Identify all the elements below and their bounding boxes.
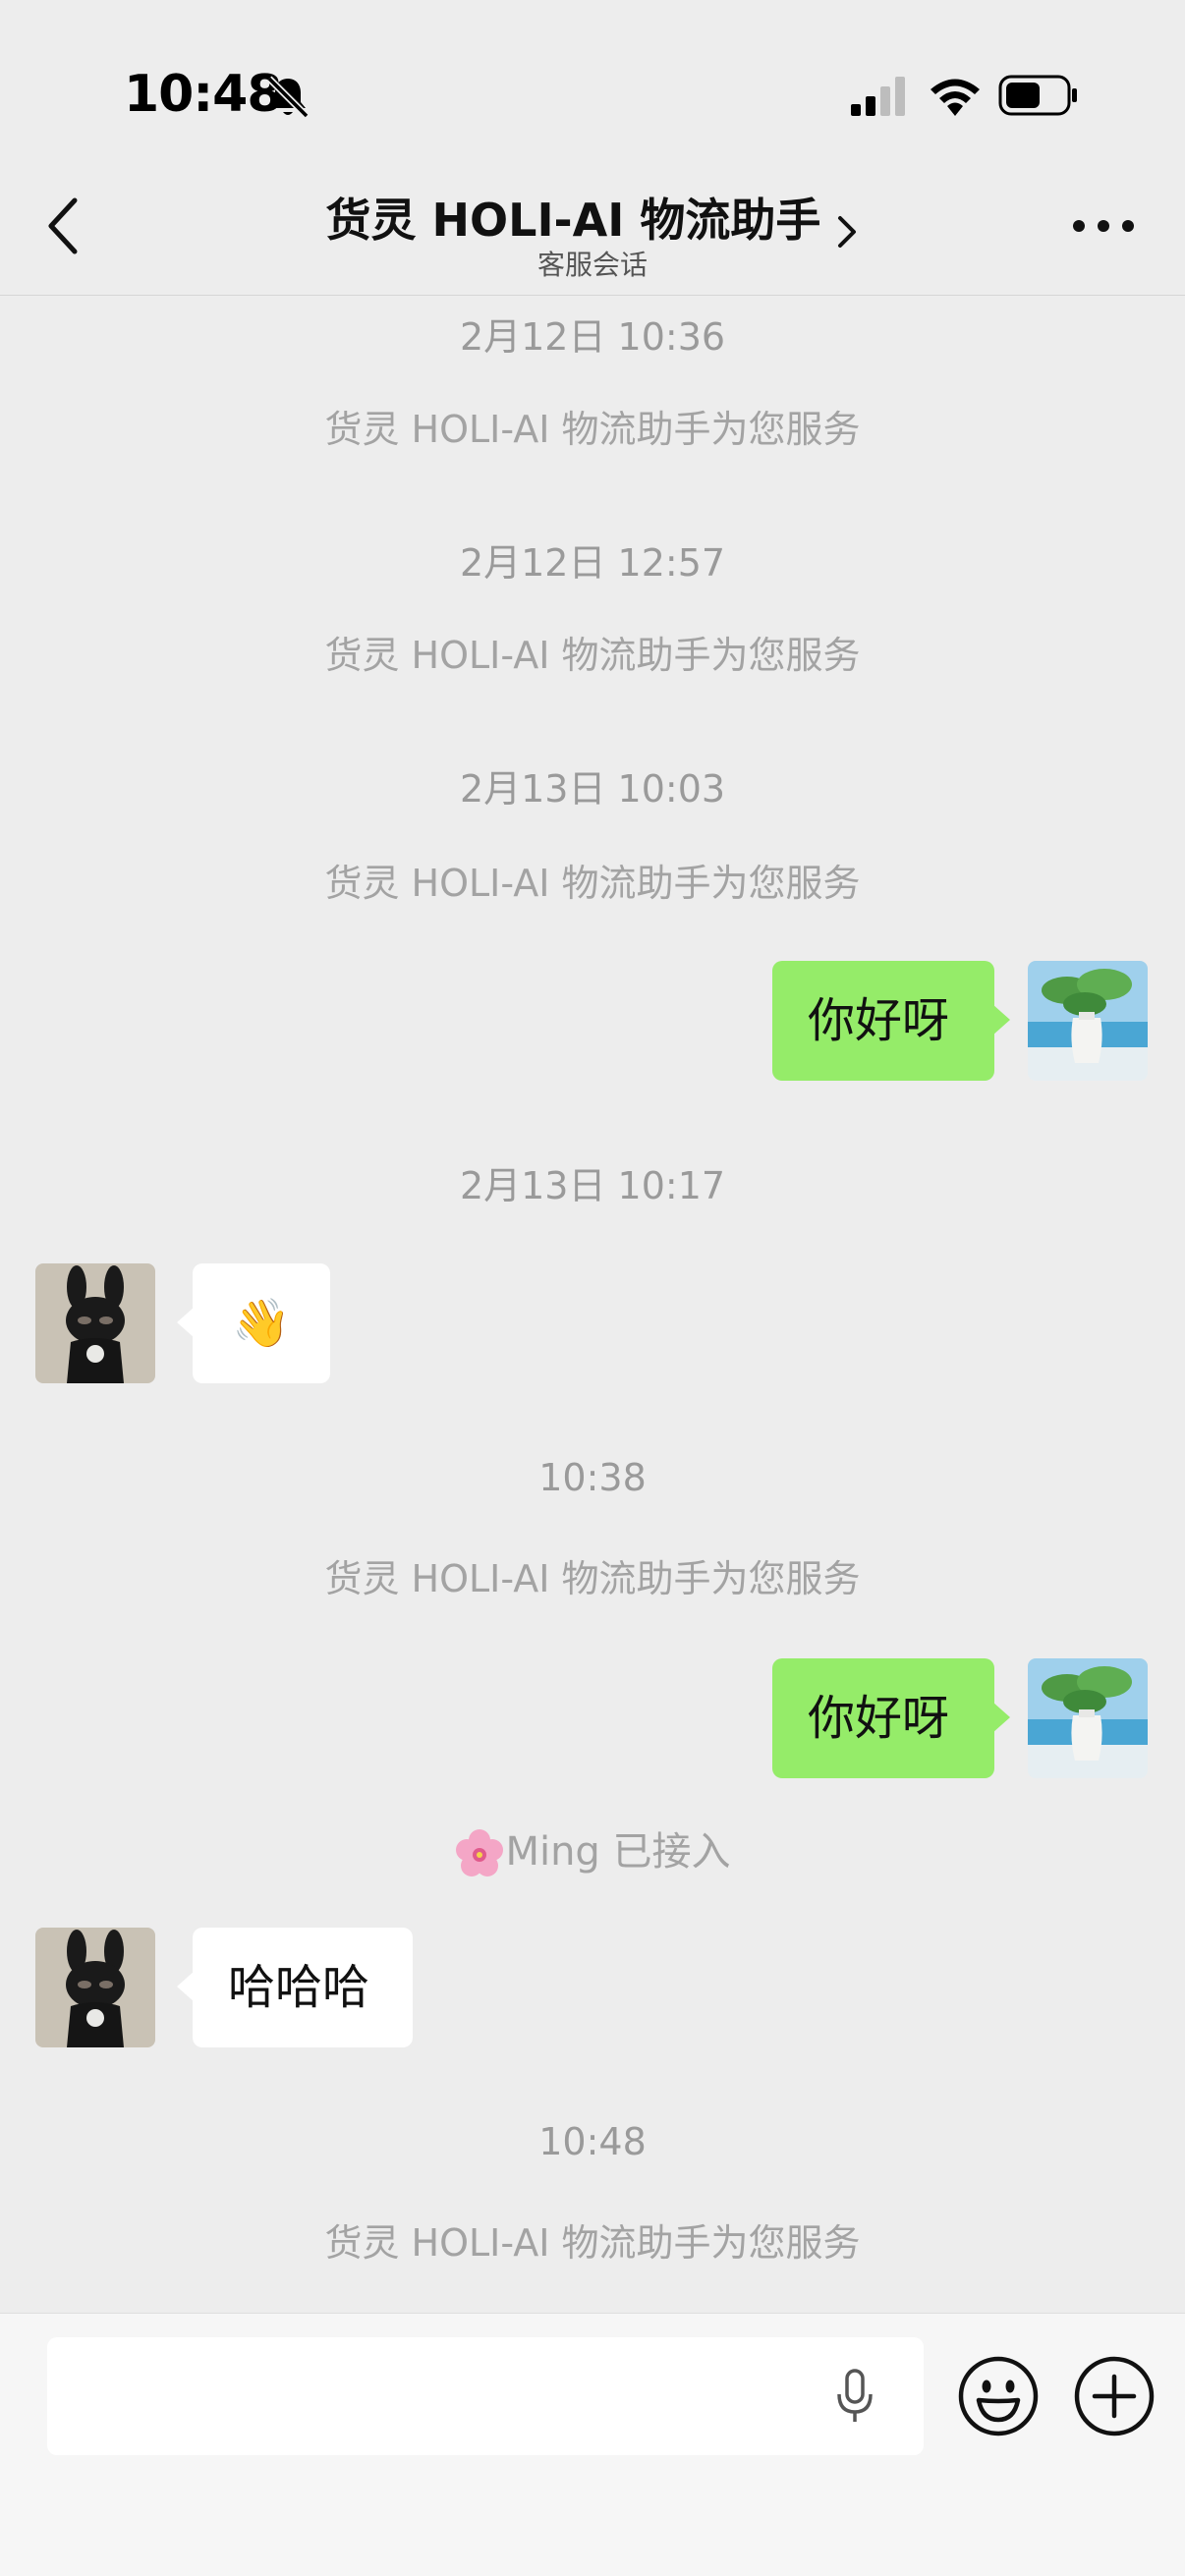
chat-subtitle: 客服会话 (536, 249, 648, 281)
bell-slash-icon (266, 76, 310, 119)
system-message: 货灵 HOLI-AI 物流助手为您服务 (324, 408, 861, 451)
signal-icon (851, 77, 905, 116)
timestamp: 2月13日 10:17 (459, 1164, 726, 1207)
my-avatar[interactable] (1028, 1658, 1148, 1778)
flower-icon (456, 1829, 504, 1876)
timestamp: 2月13日 10:03 (459, 767, 726, 811)
agent-joined-notice: Ming 已接入 (0, 1820, 1185, 1879)
rabbit-avatar-image (35, 1928, 155, 2047)
chat-title: 货灵 HOLI-AI 物流助手 (325, 194, 821, 247)
timestamp: 2月12日 10:36 (459, 315, 726, 359)
status-bar: 10:48 (0, 0, 1185, 187)
rabbit-avatar-image (35, 1263, 155, 1383)
timestamp: 10:38 (538, 1456, 647, 1499)
vase-avatar-image (1028, 961, 1148, 1081)
message-input[interactable] (47, 2337, 924, 2455)
chat-area[interactable]: 2月12日 10:36 货灵 HOLI-AI 物流助手为您服务 2月12日 12… (0, 295, 1185, 2313)
more-icon[interactable] (1071, 216, 1136, 236)
wifi-icon (931, 79, 980, 116)
agent-message-bubble[interactable]: 哈哈哈 (177, 1928, 413, 2047)
system-message: 货灵 HOLI-AI 物流助手为您服务 (324, 2221, 861, 2265)
system-message: 货灵 HOLI-AI 物流助手为您服务 (324, 1557, 861, 1600)
chat-title-link[interactable]: 货灵 HOLI-AI 物流助手 (0, 185, 1185, 250)
system-message: 货灵 HOLI-AI 物流助手为您服务 (324, 634, 861, 677)
my-message-bubble[interactable]: 你好呀 (772, 1658, 1010, 1778)
agent-avatar[interactable] (35, 1928, 155, 2047)
agent-avatar[interactable] (35, 1263, 155, 1383)
nav-bar: 货灵 HOLI-AI 物流助手 客服会话 (0, 167, 1185, 296)
input-bar (0, 2313, 1185, 2576)
timestamp: 2月12日 12:57 (459, 541, 726, 585)
mic-icon[interactable] (835, 2369, 875, 2424)
agent-message-bubble[interactable]: 👋 (177, 1263, 330, 1383)
my-message-bubble[interactable]: 你好呀 (772, 961, 1010, 1081)
system-message: 货灵 HOLI-AI 物流助手为您服务 (324, 862, 861, 905)
my-avatar[interactable] (1028, 961, 1148, 1081)
agent-joined-text: Ming 已接入 (505, 1829, 731, 1875)
plus-icon[interactable] (1073, 2355, 1156, 2437)
chat-screen: 10:48 货灵 HOLI-AI 物流助手 客服会话 2月12日 10:36 货… (0, 0, 1185, 2576)
emoji-icon[interactable] (957, 2355, 1040, 2437)
battery-icon (998, 75, 1077, 116)
status-time: 10:48 (124, 65, 283, 124)
timestamp: 10:48 (538, 2120, 647, 2163)
vase-avatar-image (1028, 1658, 1148, 1778)
